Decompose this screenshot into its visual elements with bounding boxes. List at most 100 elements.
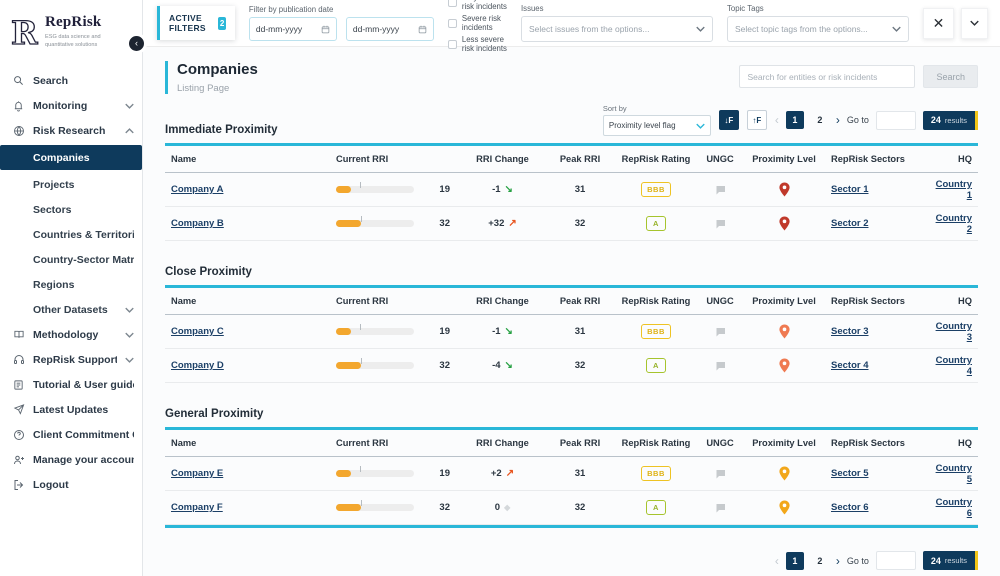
column-header-reprisk-sectors: RepRisk Sectors — [825, 438, 925, 448]
goto-page-input[interactable] — [876, 551, 916, 570]
column-header-ungc: UNGC — [697, 154, 743, 164]
column-header-hq: HQ — [925, 154, 978, 164]
sector-link[interactable]: Sector 3 — [831, 326, 869, 337]
page-next-button[interactable]: › — [836, 555, 840, 567]
ungc-flag-icon — [714, 468, 727, 480]
sidebar-item-tutorial-user-guides[interactable]: Tutorial & User guides — [0, 372, 142, 397]
entity-search-input[interactable] — [739, 65, 915, 88]
collapse-filters-button[interactable] — [961, 8, 988, 39]
issues-label: Issues — [521, 4, 713, 13]
sector-link[interactable]: Sector 1 — [831, 184, 869, 195]
column-header-peak-rri: Peak RRI — [545, 296, 615, 306]
ungc-flag-icon — [714, 360, 727, 372]
sidebar-item-reprisk-support[interactable]: RepRisk Support — [0, 347, 142, 372]
chevron-down-icon — [125, 332, 134, 338]
company-link[interactable]: Company B — [171, 218, 224, 229]
sidebar-item-monitoring[interactable]: Monitoring — [0, 93, 142, 118]
sidebar-item-countries-territories[interactable]: Countries & Territories — [0, 222, 142, 247]
sidebar-item-search[interactable]: Search — [0, 68, 142, 93]
sidebar-item-projects[interactable]: Projects — [0, 172, 142, 197]
country-link[interactable]: Country 6 — [936, 497, 972, 519]
page-subtitle: Listing Page — [177, 83, 258, 94]
rri-change-value: 0 — [495, 502, 500, 513]
page-number-1[interactable]: 1 — [786, 552, 804, 570]
page-prev-button[interactable]: ‹ — [775, 555, 779, 567]
active-filters-label: ACTIVE FILTERS — [169, 13, 211, 33]
sidebar-item-sectors[interactable]: Sectors — [0, 197, 142, 222]
sidebar-item-label: Risk Research — [33, 125, 117, 137]
sector-link[interactable]: Sector 5 — [831, 468, 869, 479]
severity-option: Very severe risk incidents — [448, 0, 507, 11]
page-number-2[interactable]: 2 — [811, 111, 829, 129]
sidebar-item-other-datasets[interactable]: Other Datasets — [0, 297, 142, 322]
sidebar-item-risk-research[interactable]: Risk Research — [0, 118, 142, 143]
goto-page-input[interactable] — [876, 111, 916, 130]
column-header-reprisk-rating: RepRisk Rating — [615, 296, 697, 306]
severity-checkbox[interactable] — [448, 19, 457, 28]
column-header-proximity-lvel: Proximity Lvel — [743, 296, 825, 306]
sidebar-collapse-button[interactable]: ‹ — [129, 36, 144, 51]
severity-checkbox[interactable] — [448, 0, 457, 7]
country-link[interactable]: Country 3 — [936, 321, 972, 343]
sidebar-item-client-commitment-charter[interactable]: Client Commitment Charter — [0, 422, 142, 447]
search-button[interactable]: Search — [923, 65, 978, 88]
peak-rri-value: 32 — [575, 502, 586, 513]
brand-name: RepRisk — [45, 14, 117, 31]
column-header-peak-rri: Peak RRI — [545, 154, 615, 164]
sidebar-item-label: Sectors — [33, 204, 134, 216]
topic-tags-placeholder: Select topic tags from the options... — [735, 24, 868, 34]
help-icon — [12, 428, 25, 441]
country-link[interactable]: Country 2 — [936, 213, 972, 235]
clear-filters-button[interactable]: ✕ — [923, 8, 954, 39]
page-prev-button[interactable]: ‹ — [775, 114, 779, 126]
topic-tags-select[interactable]: Select topic tags from the options... — [727, 16, 909, 42]
date-from-placeholder: dd-mm-yyyy — [256, 24, 302, 34]
sidebar-item-logout[interactable]: Logout — [0, 472, 142, 497]
page-number-2[interactable]: 2 — [811, 552, 829, 570]
sector-link[interactable]: Sector 6 — [831, 502, 869, 513]
results-label: results — [945, 556, 967, 565]
sidebar-item-methodology[interactable]: Methodology — [0, 322, 142, 347]
sidebar-item-manage-your-account[interactable]: Manage your account — [0, 447, 142, 472]
page-title: Companies — [177, 61, 258, 78]
sidebar-item-latest-updates[interactable]: Latest Updates — [0, 397, 142, 422]
sidebar-item-companies[interactable]: Companies — [0, 145, 142, 170]
active-filters-box[interactable]: ACTIVE FILTERS 2 — [157, 6, 235, 40]
sidebar-item-country-sector-matrix[interactable]: Country-Sector Matrix — [0, 247, 142, 272]
column-header-current-rri: Current RRI — [330, 296, 460, 306]
sector-link[interactable]: Sector 2 — [831, 218, 869, 229]
date-from-input[interactable]: dd-mm-yyyy — [249, 17, 337, 41]
country-link[interactable]: Country 5 — [936, 463, 972, 485]
sector-link[interactable]: Sector 4 — [831, 360, 869, 371]
company-link[interactable]: Company F — [171, 502, 223, 513]
country-link[interactable]: Country 1 — [936, 179, 972, 201]
column-header-reprisk-sectors: RepRisk Sectors — [825, 296, 925, 306]
country-link[interactable]: Country 4 — [936, 355, 972, 377]
sort-ascending-button[interactable]: ↑F — [747, 110, 767, 130]
page-next-button[interactable]: › — [836, 114, 840, 126]
sort-descending-button[interactable]: ↓F — [719, 110, 739, 130]
sort-by-select[interactable]: Proximity level flag — [603, 115, 711, 136]
sidebar-item-label: Methodology — [33, 329, 117, 341]
rri-change-up-icon: ↗ — [506, 468, 514, 479]
main-area: ACTIVE FILTERS 2 Filter by publication d… — [143, 0, 1000, 576]
current-rri-value: 19 — [414, 468, 454, 479]
current-rri-value: 19 — [414, 326, 454, 337]
rri-change-value: +32 — [488, 218, 504, 229]
peak-rri-value: 31 — [575, 468, 586, 479]
date-to-input[interactable]: dd-mm-yyyy — [346, 17, 434, 41]
table-row: Company B32+32↗32ASector 2Country 2 — [165, 207, 978, 241]
sidebar-item-regions[interactable]: Regions — [0, 272, 142, 297]
ungc-flag-icon — [714, 326, 727, 338]
company-link[interactable]: Company A — [171, 184, 223, 195]
peak-rri-value: 32 — [575, 360, 586, 371]
proximity-pin-icon — [778, 358, 791, 373]
company-link[interactable]: Company C — [171, 326, 224, 337]
company-link[interactable]: Company D — [171, 360, 224, 371]
sidebar-item-label: Search — [33, 75, 134, 87]
column-header-name: Name — [165, 154, 330, 164]
issues-select[interactable]: Select issues from the options... — [521, 16, 713, 42]
company-link[interactable]: Company E — [171, 468, 223, 479]
table-row: Company D32-4↘32ASector 4Country 4 — [165, 349, 978, 383]
page-number-1[interactable]: 1 — [786, 111, 804, 129]
